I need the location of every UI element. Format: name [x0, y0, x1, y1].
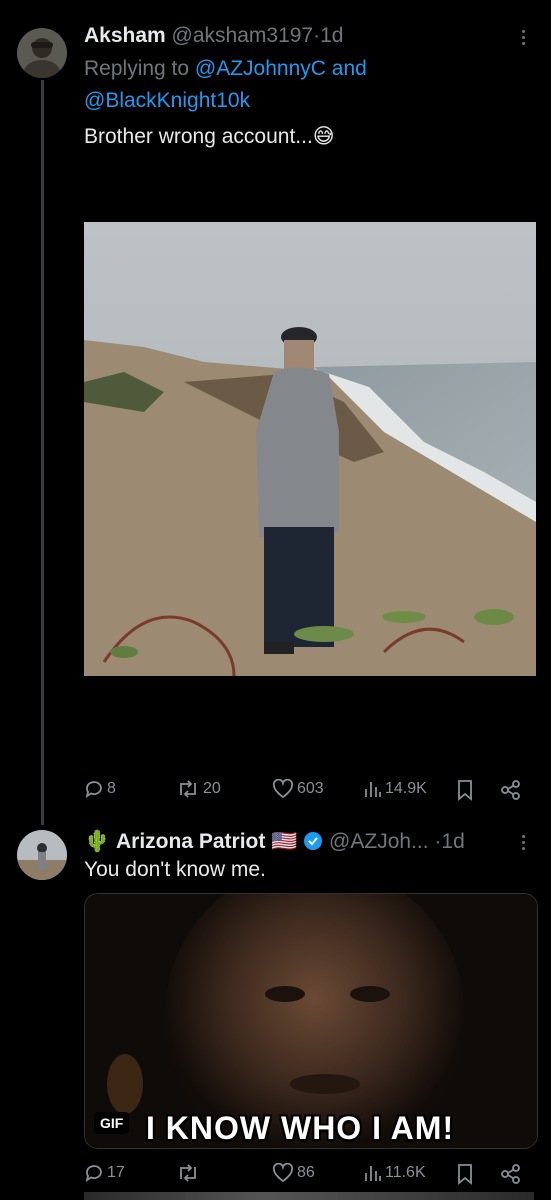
share-button[interactable]	[500, 779, 525, 801]
reply-count: 17	[107, 1164, 125, 1181]
mention-azjohnnyc[interactable]: @AZJohnnyC	[195, 57, 326, 80]
cactus-emoji: 🌵	[84, 830, 111, 853]
tweet-header: 🌵 Arizona Patriot 🇺🇸 @AZJoh... ·1d	[84, 830, 465, 854]
timestamp[interactable]: 1d	[320, 24, 343, 47]
replying-to: Replying to @AZJohnnyC and	[84, 57, 367, 81]
gif-caption: I KNOW WHO I AM!	[146, 1110, 455, 1146]
tweet-photo[interactable]	[84, 222, 536, 676]
replying-prefix: Replying to	[84, 57, 190, 80]
us-flag-emoji: 🇺🇸	[271, 830, 298, 853]
tweet-header: Aksham @aksham3197·1d	[84, 24, 343, 48]
like-button[interactable]: 86	[272, 1163, 315, 1183]
reply-button[interactable]: 17	[84, 1163, 125, 1183]
tweet-actions: 17 86 11.6K	[84, 1163, 534, 1189]
like-count: 86	[297, 1164, 315, 1181]
tweet-text: You don't know me.	[84, 858, 266, 882]
reply-count: 8	[107, 780, 116, 797]
share-icon	[501, 1164, 520, 1184]
display-name[interactable]: Aksham	[84, 24, 166, 47]
retweet-button[interactable]: 20	[176, 779, 221, 799]
more-icon[interactable]	[521, 835, 527, 853]
avatar-aksham[interactable]	[17, 28, 67, 78]
reply-button[interactable]: 8	[84, 779, 116, 799]
like-button[interactable]: 603	[272, 779, 324, 799]
reply-icon	[85, 781, 102, 798]
replying-and: and	[331, 57, 367, 80]
timestamp[interactable]: 1d	[441, 830, 464, 853]
more-icon[interactable]	[521, 30, 527, 48]
verified-badge-icon[interactable]	[303, 831, 323, 851]
replying-to-line2: @BlackKnight10k	[84, 89, 250, 113]
share-icon	[501, 780, 520, 800]
mention-blackknight10k[interactable]: @BlackKnight10k	[84, 89, 250, 112]
retweet-icon	[180, 1164, 196, 1182]
next-media-peek	[84, 1192, 534, 1200]
retweet-icon	[180, 780, 196, 798]
share-button[interactable]	[500, 1163, 525, 1185]
like-icon	[272, 1163, 294, 1183]
display-name[interactable]: Arizona Patriot	[116, 830, 265, 853]
thread-connector-line	[41, 80, 44, 825]
tweet-text: Brother wrong account...😅	[84, 124, 335, 149]
reply-icon	[85, 1165, 102, 1182]
view-count: 14.9K	[385, 780, 427, 797]
views-button[interactable]: 11.6K	[364, 1163, 426, 1183]
avatar-arizona-patriot[interactable]	[17, 830, 67, 880]
like-count: 603	[297, 780, 324, 797]
bookmark-button[interactable]	[456, 1163, 477, 1185]
views-icon	[365, 782, 381, 797]
retweet-button[interactable]	[176, 1163, 203, 1183]
gif-badge: GIF	[94, 1112, 130, 1134]
bookmark-icon	[458, 1164, 472, 1185]
handle[interactable]: @aksham3197	[172, 24, 314, 47]
like-icon	[272, 779, 294, 799]
views-button[interactable]: 14.9K	[364, 779, 427, 799]
tweet-text-content: Brother wrong account...😅	[84, 125, 335, 148]
views-icon	[365, 1166, 381, 1181]
view-count: 11.6K	[385, 1164, 426, 1181]
retweet-count: 20	[203, 780, 221, 797]
tweet-actions: 8 20 603 14.9K	[84, 779, 534, 805]
bookmark-button[interactable]	[456, 779, 477, 801]
tweet-text-content: You don't know me.	[84, 858, 266, 881]
handle[interactable]: @AZJoh...	[329, 830, 429, 853]
bookmark-icon	[458, 780, 472, 801]
